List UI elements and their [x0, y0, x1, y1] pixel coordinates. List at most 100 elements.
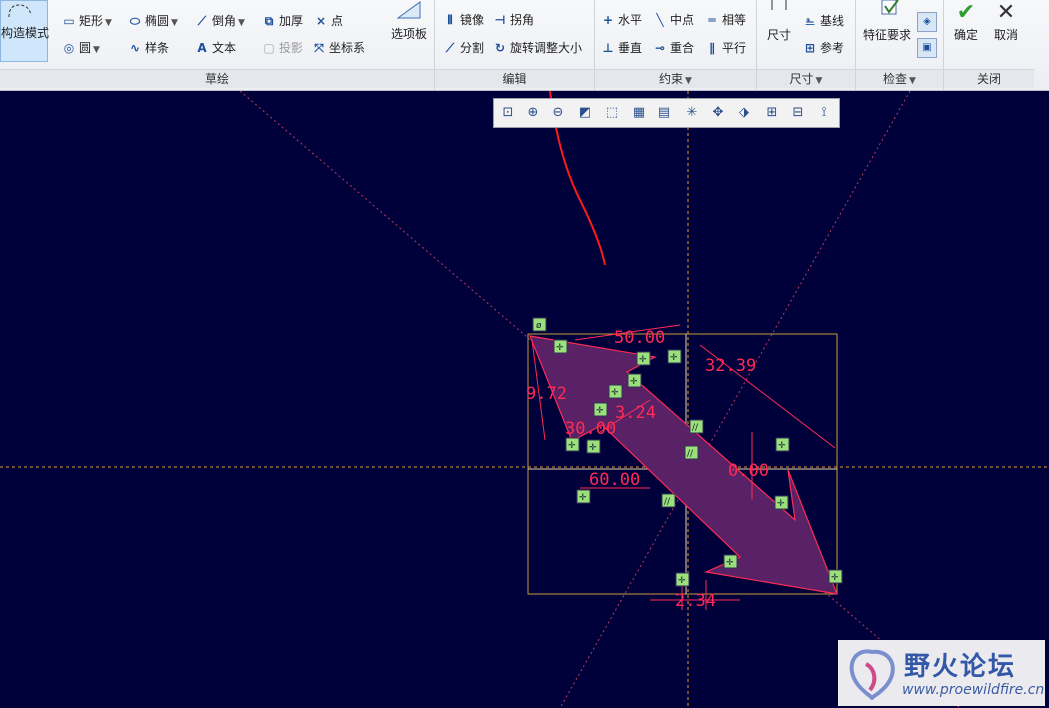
construct-mode-button[interactable]: 构造模式: [0, 0, 50, 62]
zoom-out-icon[interactable]: ⊖: [548, 104, 568, 122]
dimension-value[interactable]: 60.00: [589, 470, 640, 490]
chevron-down-icon[interactable]: ▼: [105, 18, 112, 28]
dimension-value[interactable]: 50.00: [614, 328, 665, 348]
reference-button[interactable]: ⊞ 参考: [803, 38, 844, 58]
saved-orientations-icon[interactable]: ▦: [629, 104, 649, 122]
dimension-value[interactable]: 30.00: [565, 419, 616, 439]
ok-button[interactable]: ✔ 确定: [948, 0, 984, 43]
rotate-icon: ↻: [494, 41, 506, 55]
chevron-down-icon[interactable]: ▼: [816, 76, 823, 86]
rectangle-button[interactable]: ▭ 矩形 ▼: [62, 11, 112, 31]
coincident-constraint-icon[interactable]: ✛: [608, 384, 623, 399]
coincident-constraint-icon[interactable]: ✛: [593, 402, 608, 417]
dimension-button[interactable]: 尺寸: [761, 0, 797, 43]
references-icon[interactable]: ⟟: [814, 104, 834, 122]
baseline-button[interactable]: ⎁ 基线: [803, 11, 844, 31]
chamfer-button[interactable]: ⟋ 倒角 ▼: [195, 11, 245, 31]
chamfer-label: 倒角: [212, 14, 237, 28]
svg-text:✛: ✛: [596, 406, 604, 416]
cancel-button[interactable]: ✕ 取消: [988, 0, 1024, 43]
dimension-value[interactable]: 0.00: [728, 461, 769, 481]
sketch-view-icon[interactable]: ⊞: [762, 104, 782, 122]
coincident-constraint-icon[interactable]: ✛: [553, 339, 568, 354]
repaint-icon[interactable]: ◩: [575, 104, 595, 122]
open-ends-highlight-icon[interactable]: ▣: [917, 38, 937, 58]
chevron-down-icon[interactable]: ▼: [238, 18, 245, 28]
coincident-constraint-icon[interactable]: ✛: [586, 439, 601, 454]
graphics-window[interactable]: 50.00 32.39 9.72 3.24 30.00 60.00 0.00 2…: [0, 91, 1049, 708]
coincident-constraint-icon[interactable]: ✛: [565, 437, 580, 452]
chevron-down-icon[interactable]: ▼: [909, 76, 916, 86]
coincident-constraint-icon[interactable]: ✛: [627, 373, 642, 388]
constraint-group-label[interactable]: 约束 ▼: [595, 69, 756, 88]
thicken-button[interactable]: ⧉ 加厚: [262, 11, 303, 31]
coincident-constraint-icon[interactable]: ✛: [675, 572, 690, 587]
coincident-constraint-icon[interactable]: ✛: [576, 489, 591, 504]
coordinate-system-icon: ⤧: [314, 41, 324, 55]
dimension-value[interactable]: 2.34: [675, 591, 716, 611]
parallel-label: 平行: [722, 41, 747, 55]
coincident-constraint-icon[interactable]: ✛: [723, 554, 738, 569]
watermark: 野火论坛 www.proewildfire.cn: [838, 640, 1045, 706]
coordsys-button[interactable]: ⤧ 坐标系: [312, 38, 365, 58]
overlap-highlight-icon[interactable]: ◈: [917, 12, 937, 32]
svg-text:✛: ✛: [579, 493, 587, 503]
reference-icon: ⊞: [804, 41, 816, 55]
divide-icon: ⟋: [445, 41, 455, 55]
sketch-canvas[interactable]: 50.00 32.39 9.72 3.24 30.00 60.00 0.00 2…: [0, 91, 1049, 708]
dimension-group-label[interactable]: 尺寸 ▼: [757, 69, 855, 88]
dimension-value[interactable]: 32.39: [705, 356, 756, 376]
feature-requirements-button[interactable]: 特征要求: [858, 0, 916, 43]
inspect-group-label[interactable]: 检查 ▼: [856, 69, 943, 88]
parallel-constraint-icon[interactable]: //: [689, 419, 704, 434]
text-icon: A: [197, 41, 207, 55]
zoom-in-icon[interactable]: ⊕: [523, 104, 543, 122]
parallel-constraint-button[interactable]: ∥ 平行: [705, 38, 746, 58]
spline-button[interactable]: ∿ 样条: [128, 38, 169, 58]
ellipse-button[interactable]: ⬭ 椭圆 ▼: [128, 11, 178, 31]
dimension-value[interactable]: 9.72: [526, 384, 567, 404]
circle-label: 圆: [79, 41, 92, 55]
corner-button[interactable]: ⊣ 拐角: [493, 10, 535, 30]
midpoint-constraint-button[interactable]: ╲ 中点: [653, 10, 694, 30]
sketcher-display-filters-icon[interactable]: ⊟: [788, 104, 808, 122]
point-button[interactable]: × 点: [314, 11, 343, 31]
construct-mode-label: 构造模式: [1, 26, 50, 40]
divide-button[interactable]: ⟋ 分割: [443, 38, 484, 58]
annotation-display-icon[interactable]: ⬗: [734, 104, 754, 122]
double-arrow-shape[interactable]: [529, 335, 838, 595]
parallel-constraint-icon[interactable]: //: [684, 445, 699, 460]
circle-button[interactable]: ◎ 圆 ▼: [62, 38, 100, 58]
datum-display-icon[interactable]: ✳: [682, 104, 702, 122]
palette-button[interactable]: 选项板: [388, 0, 430, 42]
mirror-button[interactable]: ⫴ 镜像: [443, 10, 484, 30]
rotate-resize-button[interactable]: ↻ 旋转调整大小: [493, 38, 582, 58]
project-button[interactable]: ▢ 投影: [262, 38, 303, 58]
vertical-constraint-button[interactable]: ⊥ 垂直: [601, 38, 643, 58]
coincident-constraint-icon[interactable]: ✛: [774, 495, 789, 510]
chevron-down-icon[interactable]: ▼: [171, 18, 178, 28]
equal-constraint-button[interactable]: ═ 相等: [705, 10, 746, 30]
coincident-constraint-icon[interactable]: ✛: [775, 437, 790, 452]
spin-center-icon[interactable]: ✥: [708, 104, 728, 122]
tangent-constraint-icon[interactable]: ø: [532, 317, 547, 332]
coincident-constraint-icon[interactable]: ✛: [828, 569, 843, 584]
chevron-down-icon[interactable]: ▼: [685, 76, 692, 86]
display-style-icon[interactable]: ⬚: [602, 104, 622, 122]
dimension-value[interactable]: 3.24: [615, 403, 656, 423]
text-button[interactable]: A 文本: [195, 38, 236, 58]
chevron-down-icon[interactable]: ▼: [93, 45, 100, 55]
midpoint-icon: ╲: [656, 13, 664, 27]
baseline-label: 基线: [820, 14, 845, 28]
mirror-label: 镜像: [460, 13, 485, 27]
refit-icon[interactable]: ⊡: [498, 104, 518, 122]
project-label: 投影: [279, 41, 304, 55]
vertical-icon: ⊥: [602, 41, 614, 55]
coincident-constraint-icon[interactable]: ✛: [636, 351, 651, 366]
coincident-constraint-icon[interactable]: ✛: [667, 349, 682, 364]
coincident-label: 重合: [670, 41, 695, 55]
horizontal-constraint-button[interactable]: + 水平: [601, 10, 642, 30]
coincident-constraint-button[interactable]: ⊸ 重合: [653, 38, 694, 58]
view-manager-icon[interactable]: ▤: [654, 104, 674, 122]
parallel-constraint-icon[interactable]: //: [661, 493, 676, 508]
